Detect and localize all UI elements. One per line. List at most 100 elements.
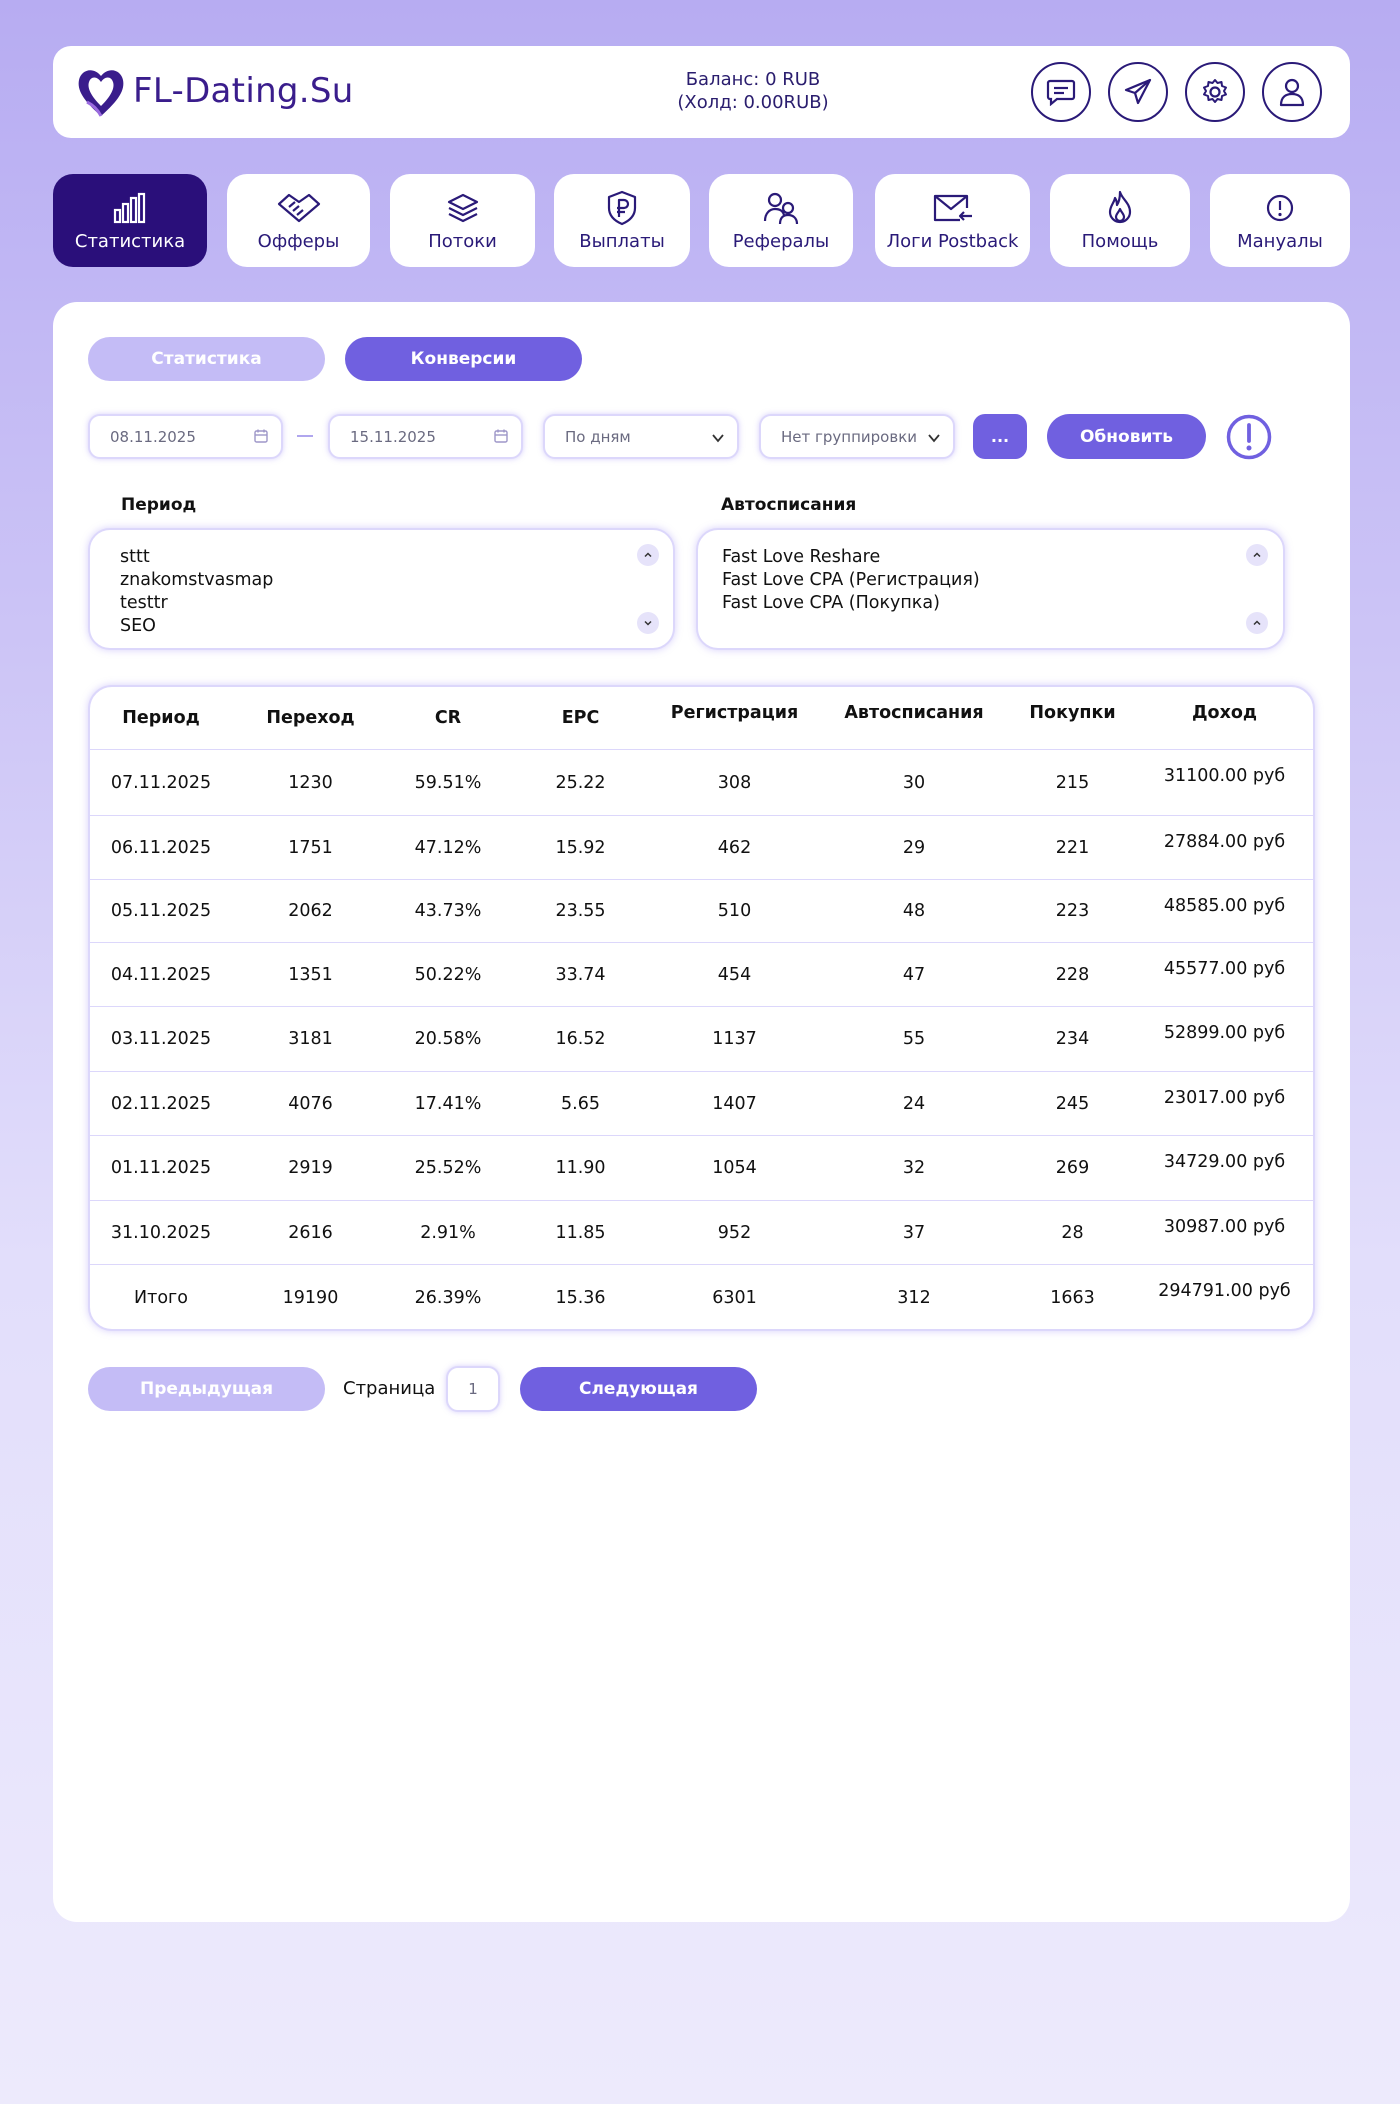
scroll-up-icon[interactable]: [637, 544, 659, 566]
col-header: Переход: [266, 708, 355, 728]
table-cell: 47.12%: [414, 837, 482, 858]
period-multiselect[interactable]: sttt znakomstvasmap testtr SEO: [88, 528, 675, 650]
layers-icon: [446, 189, 480, 227]
chart-icon: [112, 189, 148, 227]
alert-icon[interactable]: [1226, 414, 1272, 460]
table-cell: 37: [902, 1222, 926, 1243]
nav-referrals[interactable]: Рефералы: [709, 174, 853, 267]
nav-label: Потоки: [428, 231, 497, 252]
page-label: Страница: [343, 1378, 436, 1399]
list-option[interactable]: Fast Love CPA (Покупка): [722, 592, 1255, 615]
table-cell: 16.52: [555, 1029, 606, 1049]
conversions-table: Период Переход CR EPC Регистрация Автосп…: [88, 685, 1315, 1331]
telegram-button[interactable]: [1108, 62, 1168, 122]
nav-label: Статистика: [74, 231, 186, 252]
table-cell: 05.11.2025: [110, 901, 212, 921]
table-cell: 221: [1055, 837, 1090, 858]
list-option[interactable]: SEO: [120, 615, 645, 638]
table-cell: 223: [1055, 901, 1090, 921]
table-cell: 11.85: [555, 1222, 606, 1243]
chat-icon: [1046, 79, 1076, 106]
table-cell: 28: [1061, 1222, 1084, 1243]
table-cell: 228: [1055, 964, 1090, 985]
logo[interactable]: FL-Dating.Su: [75, 62, 354, 120]
table-cell: 30987.00 руб: [1163, 1217, 1286, 1237]
table-cell: 25.52%: [414, 1158, 482, 1178]
list-option[interactable]: sttt: [120, 546, 645, 569]
list-option[interactable]: testtr: [120, 592, 645, 615]
table-cell: 2.91%: [420, 1222, 476, 1243]
calendar-icon: [494, 429, 508, 443]
date-to-field[interactable]: 15.11.2025: [328, 414, 523, 459]
heart-logo-icon: [78, 70, 124, 117]
table-cell: 1054: [712, 1158, 757, 1178]
next-page-button[interactable]: Следующая: [520, 1367, 757, 1411]
table-cell: 32: [902, 1158, 926, 1178]
auto-multiselect[interactable]: Fast Love Reshare Fast Love CPA (Регистр…: [696, 528, 1285, 650]
tab-statistics[interactable]: Статистика: [88, 337, 325, 381]
date-range-separator: [297, 435, 313, 437]
settings-icon: [1203, 79, 1227, 103]
nav-payouts[interactable]: Выплаты: [554, 174, 690, 267]
profile-icon: [1279, 78, 1305, 107]
nav-offers[interactable]: Офферы: [227, 174, 370, 267]
list-option[interactable]: Fast Love Reshare: [722, 546, 1255, 569]
profile-button[interactable]: [1262, 62, 1322, 122]
table-cell: 04.11.2025: [110, 964, 212, 985]
more-options-button[interactable]: ...: [973, 414, 1027, 459]
table-cell: 02.11.2025: [110, 1093, 212, 1114]
table-cell: 45577.00 руб: [1163, 959, 1286, 979]
prev-page-button[interactable]: Предыдущая: [88, 1367, 325, 1411]
scroll-down-icon[interactable]: [637, 612, 659, 634]
table-total-row: Итого 19190 26.39% 15.36 6301 312 1663 294791.0…: [90, 1265, 1313, 1329]
balance-text: Баланс: 0 RUB: [685, 69, 821, 90]
nav-manuals[interactable]: Мануалы: [1210, 174, 1350, 267]
chat-button[interactable]: [1031, 62, 1091, 122]
table-cell: 50.22%: [414, 964, 482, 985]
table-cell: 23.55: [555, 901, 606, 921]
table-cell: 510: [717, 901, 752, 921]
table-cell: 06.11.2025: [110, 837, 212, 858]
table-cell: 1407: [712, 1093, 757, 1114]
nav-statistics[interactable]: Статистика: [53, 174, 207, 267]
settings-button[interactable]: [1185, 62, 1245, 122]
table-cell: 20.58%: [414, 1029, 482, 1049]
table-header-row: Период Переход CR EPC Регистрация Автосп…: [90, 687, 1313, 750]
handshake-icon: [277, 189, 321, 227]
top-header: FL-Dating.Su Баланс: 0 RUB (Холд: 0.00RU…: [53, 46, 1350, 138]
nav-label: Выплаты: [579, 231, 665, 252]
table-cell: 59.51%: [414, 772, 482, 793]
scroll-up-icon[interactable]: [1246, 544, 1268, 566]
interval-value: По дням: [565, 427, 631, 446]
tab-conversions[interactable]: Конверсии: [345, 337, 582, 381]
table-cell: 29: [902, 837, 926, 858]
list-option[interactable]: znakomstvasmap: [120, 569, 645, 592]
table-cell: 952: [717, 1222, 752, 1243]
table-cell: 31.10.2025: [110, 1222, 212, 1243]
interval-select[interactable]: По дням: [543, 414, 739, 459]
refresh-button[interactable]: Обновить: [1047, 414, 1206, 459]
table-cell: 30: [902, 772, 926, 793]
table-cell: 308: [717, 772, 752, 793]
table-cell: 48: [902, 901, 926, 921]
nav-label: Логи Postback: [886, 231, 1019, 252]
col-header: Регистрация: [670, 703, 799, 723]
list-option[interactable]: Fast Love CPA (Регистрация): [722, 569, 1255, 592]
grouping-select[interactable]: Нет группировки: [759, 414, 955, 459]
fire-icon: [1105, 189, 1135, 227]
nav-postback-logs[interactable]: Логи Postback: [875, 174, 1030, 267]
nav-streams[interactable]: Потоки: [390, 174, 535, 267]
table-cell: 11.90: [555, 1158, 606, 1178]
scroll-up-icon[interactable]: [1246, 612, 1268, 634]
table-row: 06.11.2025 1751 47.12% 15.92 462 29 221 27884.0…: [90, 816, 1313, 880]
page-number-input[interactable]: 1: [446, 1366, 500, 1412]
table-cell: 269: [1055, 1158, 1090, 1178]
table-cell: 245: [1055, 1093, 1090, 1114]
nav-label: Мануалы: [1237, 231, 1323, 252]
date-from-field[interactable]: 08.11.2025: [88, 414, 283, 459]
table-cell: 47: [902, 964, 926, 985]
table-cell: 1663: [1050, 1288, 1095, 1308]
nav-help[interactable]: Помощь: [1050, 174, 1190, 267]
table-cell: 34729.00 руб: [1163, 1152, 1286, 1172]
col-header: EPC: [561, 708, 600, 728]
